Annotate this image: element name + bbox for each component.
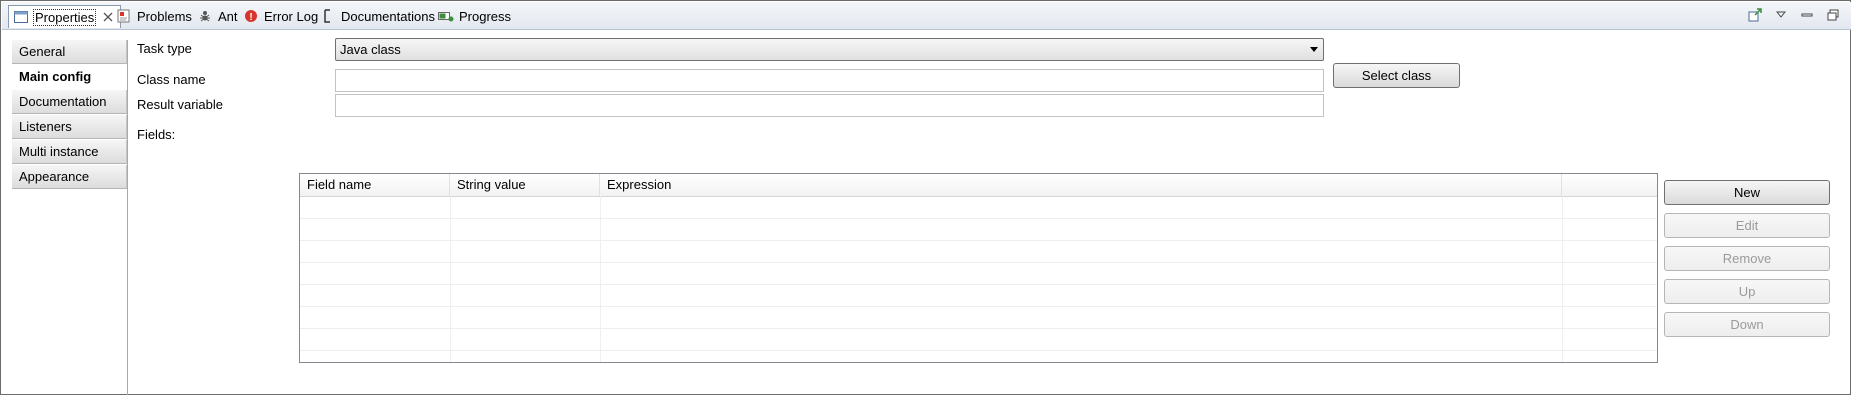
close-icon[interactable] <box>100 9 116 25</box>
maximize-icon[interactable] <box>1825 7 1841 23</box>
class-name-label: Class name <box>137 72 206 87</box>
table-row <box>300 306 1657 329</box>
select-class-button[interactable]: Select class <box>1333 63 1460 88</box>
tab-label: Progress <box>459 8 512 24</box>
column-header-expression[interactable]: Expression <box>600 174 1562 196</box>
minimize-icon[interactable] <box>1799 7 1815 23</box>
property-sections-sidebar: General Main config Documentation Listen… <box>12 40 128 395</box>
fields-table[interactable]: Field name String value Expression <box>299 173 1658 363</box>
sidebar-item-documentation[interactable]: Documentation <box>12 90 127 114</box>
tab-documentations[interactable]: Documentations <box>320 5 435 27</box>
task-type-label: Task type <box>137 41 192 56</box>
table-row <box>300 328 1657 351</box>
column-divider <box>450 196 451 362</box>
table-row <box>300 196 1657 219</box>
table-header: Field name String value Expression <box>300 174 1657 197</box>
task-type-value: Java class <box>340 42 401 57</box>
result-variable-input[interactable] <box>335 94 1324 117</box>
tab-label: Properties <box>32 8 97 26</box>
task-type-select[interactable]: Java class <box>335 38 1324 61</box>
edit-field-button[interactable]: Edit <box>1664 213 1830 238</box>
tab-properties[interactable]: Properties <box>8 5 122 28</box>
sidebar-item-main-config[interactable]: Main config <box>12 65 127 89</box>
svg-text:!: ! <box>249 12 252 23</box>
move-down-button[interactable]: Down <box>1664 312 1830 337</box>
view-toolbar <box>1747 7 1841 23</box>
fields-label: Fields: <box>137 127 176 142</box>
pin-icon[interactable] <box>1747 7 1763 23</box>
result-variable-label: Result variable <box>137 97 223 112</box>
view-menu-icon[interactable] <box>1773 7 1789 23</box>
tab-progress[interactable]: Progress <box>438 5 511 27</box>
tab-problems[interactable]: Problems <box>116 5 192 27</box>
tab-label: Documentations <box>341 8 435 24</box>
sidebar-item-appearance[interactable]: Appearance <box>12 165 127 189</box>
problems-icon <box>116 8 132 24</box>
tab-ant[interactable]: Ant <box>197 5 238 27</box>
column-header-field-name[interactable]: Field name <box>300 174 450 196</box>
column-header-string-value[interactable]: String value <box>450 174 600 196</box>
properties-view: Properties Problems Ant ! Error Log Docu… <box>0 0 1851 395</box>
tab-label: Ant <box>218 8 238 24</box>
move-up-button[interactable]: Up <box>1664 279 1830 304</box>
class-name-input[interactable] <box>335 69 1324 92</box>
ant-icon <box>197 8 213 24</box>
new-field-button[interactable]: New <box>1664 180 1830 205</box>
properties-icon <box>13 9 29 25</box>
column-divider <box>1562 196 1563 362</box>
sidebar-item-multi-instance[interactable]: Multi instance <box>12 140 127 164</box>
progress-icon <box>438 8 454 24</box>
table-row <box>300 240 1657 263</box>
table-row <box>300 262 1657 285</box>
remove-field-button[interactable]: Remove <box>1664 246 1830 271</box>
chevron-down-icon <box>1310 47 1318 52</box>
properties-content: General Main config Documentation Listen… <box>2 30 1851 395</box>
column-divider <box>600 196 601 362</box>
table-row <box>300 284 1657 307</box>
sidebar-item-listeners[interactable]: Listeners <box>12 115 127 139</box>
tab-label: Error Log <box>264 8 319 24</box>
tab-error-log[interactable]: ! Error Log <box>243 5 318 27</box>
column-header-filler <box>1562 174 1657 196</box>
table-row <box>300 218 1657 241</box>
sidebar-item-general[interactable]: General <box>12 40 127 64</box>
error-log-icon: ! <box>243 8 259 24</box>
tab-label: Problems <box>137 8 192 24</box>
view-tab-strip: Properties Problems Ant ! Error Log Docu… <box>2 2 1851 30</box>
documentations-icon <box>320 8 336 24</box>
